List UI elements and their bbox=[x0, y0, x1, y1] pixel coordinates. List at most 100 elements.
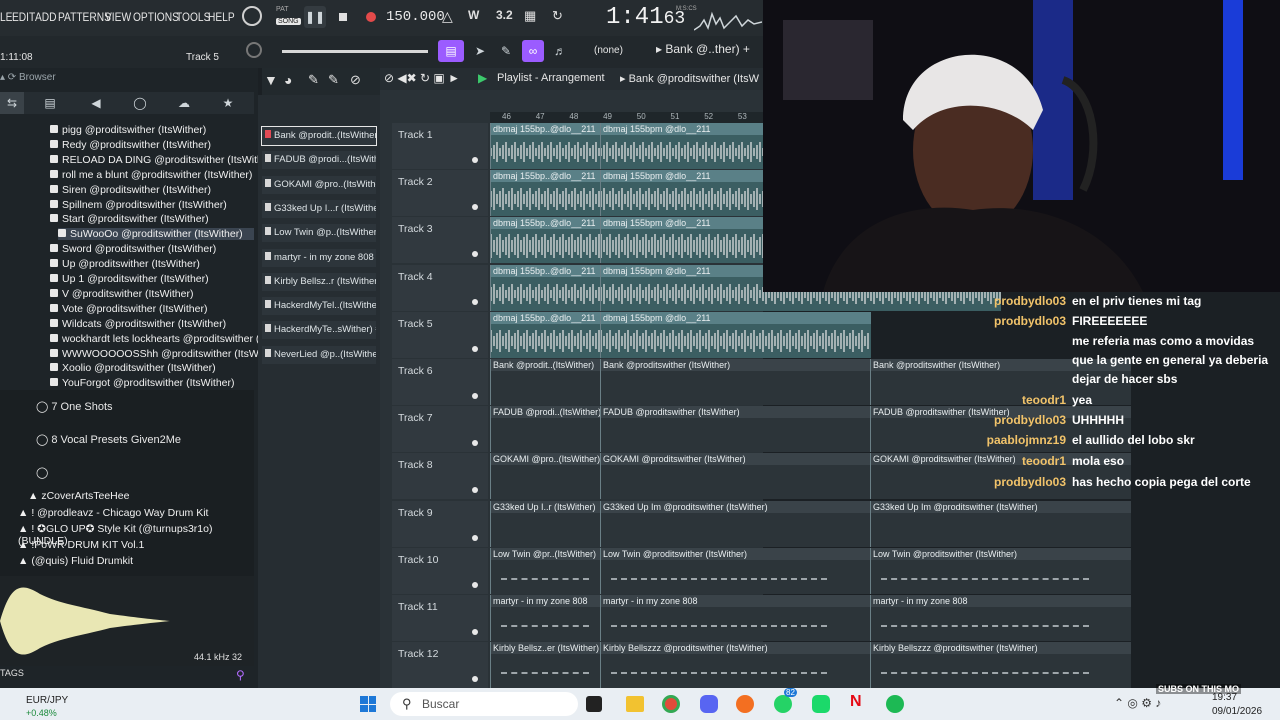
task-view-icon[interactable] bbox=[586, 696, 602, 712]
channel-button[interactable]: Low Twin @p..(ItsWither) bbox=[262, 224, 376, 243]
browser-item[interactable]: RELOAD DA DING @proditswither (ItsWither… bbox=[50, 154, 276, 166]
mixer-button[interactable]: ♬ bbox=[550, 40, 570, 62]
pause-button[interactable]: ❚❚ bbox=[304, 6, 326, 28]
pattern-clip[interactable]: Kirbly Bellsz..er (ItsWither) bbox=[490, 642, 601, 689]
track-header[interactable]: Track 9 bbox=[392, 500, 488, 547]
pattern-clip[interactable]: martyr - in my zone 808 bbox=[490, 595, 601, 641]
metronome-icon[interactable]: △ bbox=[442, 8, 453, 25]
stock-ticker[interactable]: EUR/JPY bbox=[26, 695, 68, 706]
track-mute-led[interactable] bbox=[472, 629, 478, 635]
audio-clip[interactable]: dbmaj 155bpm @dlo__211 bbox=[600, 123, 764, 169]
audio-clip[interactable]: dbmaj 155bp..@dlo__211 bbox=[490, 123, 601, 169]
whatsapp-icon[interactable] bbox=[774, 695, 792, 713]
browser-item[interactable]: Siren @proditswither (ItsWither) bbox=[50, 184, 211, 196]
snap-select[interactable]: (none) bbox=[594, 45, 623, 56]
channel-button[interactable]: NeverLied @p..(ItsWither) bbox=[262, 345, 376, 364]
track-mute-led[interactable] bbox=[472, 298, 478, 305]
clock-date[interactable]: 09/01/2026 bbox=[1212, 706, 1262, 717]
channel-button[interactable]: Kirbly Bellsz..r (ItsWither) bbox=[262, 272, 376, 291]
browser-item[interactable]: Vote @proditswither (ItsWither) bbox=[50, 303, 207, 315]
cloud-tab[interactable]: ☁ bbox=[174, 92, 194, 114]
clock-time[interactable]: 19:37 bbox=[1212, 692, 1237, 703]
browser-item[interactable]: V @proditswither (ItsWither) bbox=[50, 288, 193, 300]
audio-clip[interactable]: dbmaj 155bp..@dlo__211 bbox=[490, 264, 601, 311]
browser-item[interactable]: Redy @proditswither (ItsWither) bbox=[50, 139, 211, 151]
track-header[interactable]: Track 7 bbox=[392, 406, 488, 453]
track-header[interactable]: Track 10 bbox=[392, 547, 488, 594]
pattern-clip[interactable]: FADUB @prodi..(ItsWither) bbox=[490, 406, 601, 453]
track-header[interactable]: Track 11 bbox=[392, 595, 488, 641]
chrome-icon[interactable] bbox=[662, 695, 680, 713]
menu-add[interactable]: ADD bbox=[35, 10, 57, 24]
file-explorer-icon[interactable] bbox=[626, 696, 644, 712]
browser-item[interactable]: Sword @proditswither (ItsWither) bbox=[50, 243, 216, 255]
link-button[interactable]: ∞ bbox=[522, 40, 544, 62]
track-mute-led[interactable] bbox=[472, 204, 478, 211]
track-mute-led[interactable] bbox=[472, 676, 478, 683]
windows-start-icon[interactable] bbox=[360, 696, 376, 712]
browser-item[interactable]: Wildcats @proditswither (ItsWither) bbox=[50, 318, 226, 330]
channel-menu-icon[interactable]: ▼ bbox=[264, 72, 278, 88]
track-mute-led[interactable] bbox=[472, 534, 478, 541]
browser-item[interactable]: pigg @proditswither (ItsWither) bbox=[50, 124, 206, 136]
channel-button[interactable]: FADUB @prodi...(ItsWither) bbox=[262, 151, 376, 170]
pattern-clip[interactable]: Bank @prodit..(ItsWither) bbox=[490, 359, 601, 405]
menu-patterns[interactable]: PATTERNS bbox=[58, 10, 111, 24]
audio-clip[interactable]: dbmaj 155bp..@dlo__211 bbox=[490, 217, 601, 264]
track-lane[interactable]: dbmaj 155bp..@dlo__211 dbmaj 155bpm @dlo_… bbox=[490, 123, 764, 169]
pattern-clip[interactable]: G33ked Up I..r (ItsWither) bbox=[490, 500, 601, 547]
app-icon[interactable] bbox=[812, 695, 830, 713]
pattern-select[interactable]: ▸ Bank @..ther) + bbox=[656, 42, 750, 56]
track-header[interactable]: Track 8 bbox=[392, 453, 488, 500]
track-mute-led[interactable] bbox=[472, 487, 478, 494]
track-header[interactable]: Track 2 bbox=[392, 170, 488, 217]
countdown-icon[interactable]: 3.2 bbox=[496, 8, 513, 22]
playlist-tools-icon[interactable]: ⊘ ◀✖ ↻ ▣ ► bbox=[384, 71, 460, 85]
pattern-clip[interactable]: GOKAMI @pro..(ItsWither) bbox=[490, 453, 601, 500]
files-tab[interactable]: ▤ bbox=[40, 92, 60, 114]
pat-toggle[interactable]: PAT bbox=[276, 6, 289, 13]
web-tab[interactable]: ◯ bbox=[130, 92, 150, 114]
pack-item[interactable]: ▲ !PoWR DRUM KIT Vol.1 bbox=[18, 539, 144, 551]
track-header[interactable]: Track 5 bbox=[392, 311, 488, 358]
browser-item[interactable]: SuWooOo @proditswither (ItsWither) bbox=[58, 228, 254, 241]
pack-item[interactable]: ▲ (@quis) Fluid Drumkit bbox=[18, 555, 133, 567]
search-box[interactable]: ⚲ Buscar bbox=[390, 692, 578, 716]
track-header[interactable]: Track 6 bbox=[392, 359, 488, 405]
pack-item[interactable]: ▲ ! @prodleavz - Chicago Way Drum Kit bbox=[18, 507, 208, 519]
master-volume-slider[interactable] bbox=[282, 50, 428, 53]
menu-file[interactable]: LE bbox=[0, 10, 12, 24]
track-mute-led[interactable] bbox=[472, 251, 478, 258]
record-button[interactable] bbox=[360, 6, 382, 28]
menu-tools[interactable]: TOOLS bbox=[176, 10, 210, 24]
menu-view[interactable]: VIEW bbox=[105, 10, 131, 24]
draw-tool[interactable]: ✎ bbox=[496, 40, 516, 62]
browser-item[interactable]: WWWOOOOOSShh @proditswither (ItsWither) bbox=[50, 348, 283, 360]
browser-item[interactable]: YouForgot @proditswither (ItsWither) bbox=[50, 377, 235, 389]
track-mute-led[interactable] bbox=[472, 345, 478, 352]
browser-item[interactable]: Spillnem @proditswither (ItsWither) bbox=[50, 199, 227, 211]
folder-vocal-presets[interactable]: ◯ 8 Vocal Presets Given2Me bbox=[36, 433, 181, 446]
master-volume-knob[interactable] bbox=[242, 6, 262, 26]
paint-icon[interactable]: ✎ bbox=[308, 72, 319, 88]
menu-edit[interactable]: EDIT bbox=[12, 10, 35, 24]
track-header[interactable]: Track 3 bbox=[392, 217, 488, 264]
track-header[interactable]: Track 1 bbox=[392, 123, 488, 169]
browser-item[interactable]: Up 1 @proditswither (ItsWither) bbox=[50, 273, 209, 285]
brush-icon[interactable]: ✎ bbox=[328, 72, 339, 88]
netflix-icon[interactable]: N bbox=[850, 693, 862, 711]
pattern-clip[interactable]: Low Twin @pr..(ItsWither) bbox=[490, 547, 601, 594]
plugins-tab[interactable]: ◀ bbox=[86, 92, 106, 114]
loop-record-icon[interactable]: ↻ bbox=[552, 8, 563, 24]
track-lane[interactable]: dbmaj 155bp..@dlo__211 dbmaj 155bpm @dlo_… bbox=[490, 217, 764, 264]
channel-button[interactable]: GOKAMI @pro..(ItsWither) bbox=[262, 175, 376, 194]
channel-button[interactable]: HackerdMyTe..sWither) #2 bbox=[262, 321, 376, 340]
folder-one-shots[interactable]: ◯ 7 One Shots bbox=[36, 400, 113, 413]
step-edit-icon[interactable]: ▦ bbox=[524, 8, 536, 24]
browser-item[interactable]: Up @proditswither (ItsWither) bbox=[50, 258, 200, 270]
channel-button[interactable]: HackerdMyTel..(ItsWither) bbox=[262, 297, 376, 316]
stop-button[interactable] bbox=[332, 6, 354, 28]
next-button[interactable]: ➤ bbox=[470, 40, 490, 62]
audio-clip[interactable]: dbmaj 155bp..@dlo__211 bbox=[490, 311, 601, 358]
channel-button[interactable]: G33ked Up I...r (ItsWither) bbox=[262, 199, 376, 218]
